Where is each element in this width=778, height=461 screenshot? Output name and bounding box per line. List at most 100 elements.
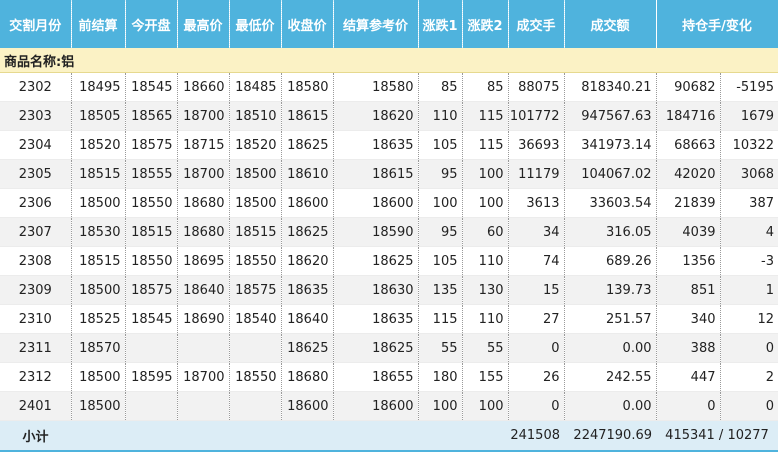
cell-change2: 130 [462, 275, 509, 305]
cell-low: 18540 [229, 304, 282, 334]
cell-close: 18625 [281, 333, 334, 363]
cell-change1: 105 [418, 246, 463, 276]
subtotal-turnover: 2247190.69 [564, 420, 656, 452]
cell-open: 18565 [125, 101, 178, 131]
col-header-turnover: 成交额 [564, 0, 657, 48]
col-header-close: 收盘价 [281, 0, 334, 48]
cell-low: 18510 [229, 101, 282, 131]
table-row: 2312 18500 18595 18700 18550 18680 18655 180 155… [0, 362, 778, 392]
cell-low: 18500 [229, 188, 282, 218]
cell-prev-settle: 18525 [71, 304, 126, 334]
cell-close: 18625 [281, 130, 334, 160]
cell-turnover: 316.05 [564, 217, 657, 247]
cell-month: 2309 [0, 275, 72, 305]
subtotal-empty [462, 420, 508, 452]
col-header-low: 最低价 [229, 0, 282, 48]
cell-turnover: 0.00 [564, 391, 657, 421]
cell-close: 18580 [281, 72, 334, 102]
cell-low: 18550 [229, 362, 282, 392]
cell-open-interest: 0 [656, 391, 721, 421]
cell-settle-ref: 18635 [333, 304, 419, 334]
table-row: 2401 18500 18600 18600 100 100 0 0.00 0 0 [0, 391, 778, 421]
cell-month: 2305 [0, 159, 72, 189]
cell-change1: 100 [418, 391, 463, 421]
cell-month: 2303 [0, 101, 72, 131]
cell-turnover: 139.73 [564, 275, 657, 305]
cell-prev-settle: 18495 [71, 72, 126, 102]
cell-change2: 100 [462, 391, 509, 421]
subtotal-empty [418, 420, 462, 452]
cell-month: 2308 [0, 246, 72, 276]
cell-change2: 60 [462, 217, 509, 247]
cell-volume: 11179 [508, 159, 565, 189]
cell-oi-change: 2 [720, 362, 778, 392]
cell-settle-ref: 18630 [333, 275, 419, 305]
cell-prev-settle: 18570 [71, 333, 126, 363]
cell-open-interest: 68663 [656, 130, 721, 160]
cell-high: 18700 [177, 362, 230, 392]
cell-low: 18515 [229, 217, 282, 247]
cell-open: 18550 [125, 246, 178, 276]
subtotal-label: 小计 [0, 420, 71, 452]
cell-open: 18550 [125, 188, 178, 218]
cell-turnover: 947567.63 [564, 101, 657, 131]
cell-prev-settle: 18515 [71, 159, 126, 189]
cell-volume: 36693 [508, 130, 565, 160]
cell-settle-ref: 18600 [333, 391, 419, 421]
cell-month: 2311 [0, 333, 72, 363]
cell-open-interest: 4039 [656, 217, 721, 247]
cell-oi-change: 1679 [720, 101, 778, 131]
subtotal-empty [281, 420, 333, 452]
cell-change1: 105 [418, 130, 463, 160]
cell-turnover: 0.00 [564, 333, 657, 363]
cell-turnover: 341973.14 [564, 130, 657, 160]
cell-close: 18600 [281, 391, 334, 421]
subtotal-volume: 241508 [508, 420, 564, 452]
cell-low [229, 333, 282, 363]
cell-high: 18680 [177, 188, 230, 218]
cell-prev-settle: 18520 [71, 130, 126, 160]
cell-open-interest: 21839 [656, 188, 721, 218]
cell-change2: 110 [462, 304, 509, 334]
subtotal-open-interest: 415341 / 10277 [656, 420, 778, 452]
cell-turnover: 818340.21 [564, 72, 657, 102]
cell-oi-change: 10322 [720, 130, 778, 160]
cell-turnover: 242.55 [564, 362, 657, 392]
cell-high: 18700 [177, 159, 230, 189]
col-header-settle-ref: 结算参考价 [333, 0, 419, 48]
col-header-high: 最高价 [177, 0, 230, 48]
cell-change1: 135 [418, 275, 463, 305]
cell-change2: 155 [462, 362, 509, 392]
table-row: 2309 18500 18575 18640 18575 18635 18630 135 130… [0, 275, 778, 305]
cell-high: 18640 [177, 275, 230, 305]
cell-settle-ref: 18590 [333, 217, 419, 247]
cell-high: 18680 [177, 217, 230, 247]
cell-open: 18545 [125, 72, 178, 102]
cell-prev-settle: 18500 [71, 391, 126, 421]
cell-change2: 85 [462, 72, 509, 102]
cell-prev-settle: 18500 [71, 275, 126, 305]
cell-settle-ref: 18625 [333, 246, 419, 276]
table-row: 2303 18505 18565 18700 18510 18615 18620 110 115… [0, 101, 778, 131]
cell-month: 2306 [0, 188, 72, 218]
col-header-volume: 成交手 [508, 0, 565, 48]
cell-high: 18690 [177, 304, 230, 334]
col-header-month: 交割月份 [0, 0, 72, 48]
cell-open-interest: 851 [656, 275, 721, 305]
cell-open-interest: 42020 [656, 159, 721, 189]
cell-close: 18620 [281, 246, 334, 276]
table-row: 2308 18515 18550 18695 18550 18620 18625 105 110… [0, 246, 778, 276]
section-title: 商品名称:铝 [0, 48, 778, 73]
table-row: 2310 18525 18545 18690 18540 18640 18635 115 110… [0, 304, 778, 334]
cell-close: 18615 [281, 101, 334, 131]
cell-change2: 55 [462, 333, 509, 363]
cell-change2: 115 [462, 101, 509, 131]
cell-volume: 74 [508, 246, 565, 276]
cell-low: 18575 [229, 275, 282, 305]
cell-open: 18545 [125, 304, 178, 334]
cell-prev-settle: 18515 [71, 246, 126, 276]
cell-open-interest: 184716 [656, 101, 721, 131]
cell-change1: 95 [418, 159, 463, 189]
cell-settle-ref: 18615 [333, 159, 419, 189]
cell-open-interest: 388 [656, 333, 721, 363]
